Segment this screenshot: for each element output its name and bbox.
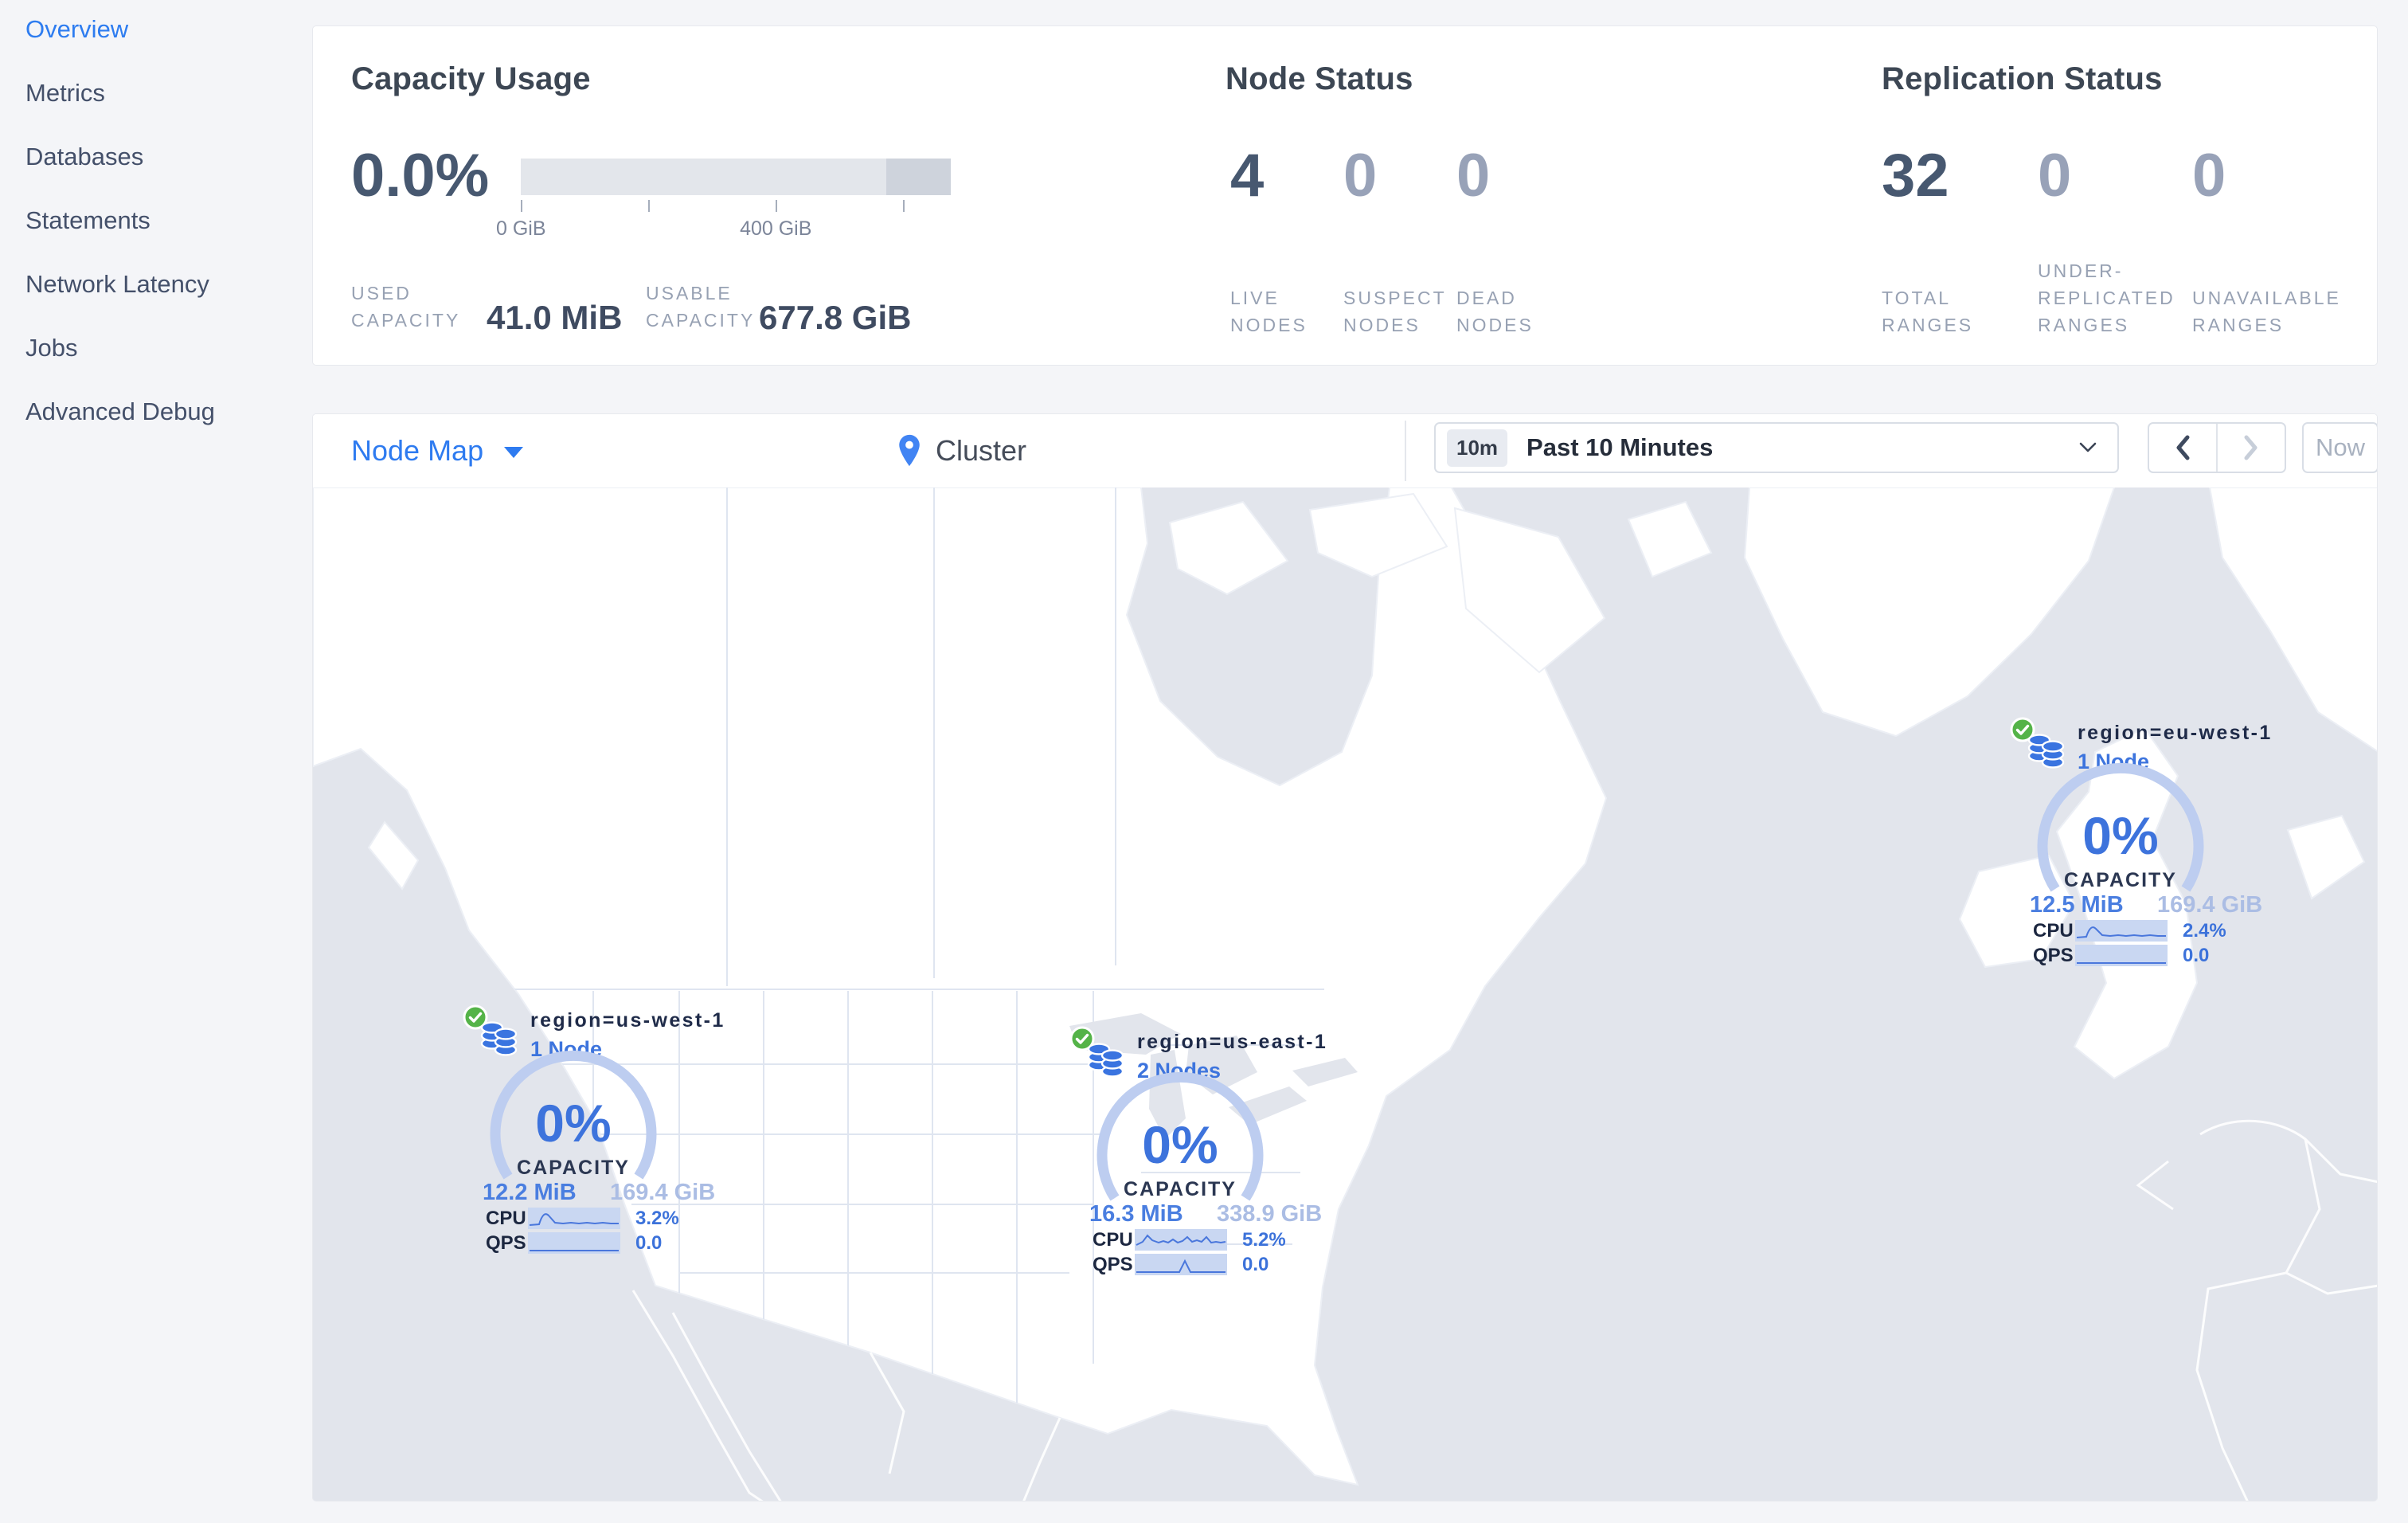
now-button[interactable]: Now [2302, 422, 2377, 473]
capacity-bar-overflow-segment [886, 159, 952, 195]
region-name: region=us-east-1 [1137, 1031, 1328, 1053]
cpu-label: CPU [486, 1208, 526, 1229]
map-pin-icon [899, 434, 920, 467]
view-selector-label: Node Map [351, 434, 484, 467]
world-map [313, 487, 2377, 1501]
under-replicated-ranges-count: 0 [2038, 142, 2072, 209]
cpu-sparkline [2075, 920, 2168, 942]
sidebar-item-network-latency[interactable]: Network Latency [25, 263, 312, 327]
region-total-capacity: 169.4 GiB [2157, 892, 2263, 918]
qps-sparkline [528, 1232, 620, 1254]
gauge-percent: 0% [1142, 1115, 1218, 1174]
dead-nodes-count: 0 [1456, 142, 1491, 209]
sidebar-item-jobs[interactable]: Jobs [25, 327, 312, 390]
chevron-left-icon [2176, 435, 2190, 460]
capacity-bar: 0 GiB 400 GiB [496, 159, 952, 240]
view-selector-dropdown[interactable]: Node Map [351, 414, 524, 487]
region-name: region=eu-west-1 [2078, 722, 2273, 744]
toolbar-divider [1405, 421, 1406, 481]
cluster-summary-card: Capacity Usage 0.0% 0 GiB 400 GiB USED CA… [312, 25, 2378, 366]
region-used-capacity: 12.5 MiB [2030, 892, 2124, 918]
caret-down-icon [504, 447, 524, 458]
sidebar-item-statements[interactable]: Statements [25, 199, 312, 263]
usable-capacity-label: USABLE CAPACITY [646, 283, 756, 331]
total-ranges-count: 32 [1882, 142, 1949, 209]
capacity-axis-label-0: 0 GiB [495, 217, 546, 240]
capacity-axis-label-400: 400 GiB [740, 217, 812, 240]
cpu-sparkline [528, 1208, 620, 1229]
live-nodes-label: LIVE NODES [1230, 288, 1308, 335]
qps-label: QPS [2033, 945, 2074, 966]
sidebar-item-metrics[interactable]: Metrics [25, 72, 312, 135]
chevron-down-icon [2079, 442, 2097, 452]
suspect-nodes-label: SUSPECT NODES [1343, 288, 1447, 335]
time-forward-button[interactable] [2216, 424, 2285, 472]
suspect-nodes-count: 0 [1343, 142, 1378, 209]
capacity-usage-section: Capacity Usage 0.0% 0 GiB 400 GiB USED CA… [351, 26, 1179, 365]
time-range-dropdown[interactable]: 10m Past 10 Minutes [1434, 422, 2119, 473]
time-range-badge: 10m [1447, 429, 1508, 467]
breadcrumb-label: Cluster [936, 434, 1027, 467]
live-nodes-count: 4 [1230, 142, 1265, 209]
dead-nodes-label: DEAD NODES [1456, 288, 1534, 335]
capacity-usage-title: Capacity Usage [351, 61, 591, 96]
replication-status-section: Replication Status 32 TOTAL RANGES 0 UNDE… [1882, 26, 2359, 365]
replication-status-title: Replication Status [1882, 61, 2163, 96]
sidebar: Overview Metrics Databases Statements Ne… [0, 0, 312, 1523]
region-total-capacity: 169.4 GiB [610, 1180, 716, 1205]
qps-value: 0.0 [1242, 1254, 1269, 1275]
cpu-sparkline [1135, 1229, 1227, 1251]
time-range-label: Past 10 Minutes [1526, 433, 1714, 461]
used-capacity-value: 41.0 MiB [487, 299, 623, 336]
gauge-percent: 0% [2082, 806, 2159, 865]
sidebar-item-overview[interactable]: Overview [25, 8, 312, 72]
qps-value: 0.0 [635, 1232, 663, 1254]
cpu-label: CPU [2033, 920, 2074, 942]
time-step-buttons [2148, 422, 2286, 473]
used-capacity-label: USED CAPACITY [351, 283, 461, 331]
cpu-value: 2.4% [2183, 920, 2226, 942]
region-used-capacity: 12.2 MiB [483, 1180, 577, 1205]
gauge-percent: 0% [535, 1094, 612, 1153]
usable-capacity-value: 677.8 GiB [759, 299, 912, 336]
capacity-percent: 0.0% [351, 142, 490, 209]
node-map-toolbar: Node Map Cluster 10m Past 10 Minutes Now [313, 414, 2377, 487]
qps-label: QPS [486, 1232, 526, 1254]
under-replicated-ranges-label: UNDER- REPLICATED RANGES [2038, 260, 2175, 335]
cpu-value: 5.2% [1242, 1229, 1286, 1251]
qps-sparkline [2075, 945, 2168, 966]
node-status-section: Node Status 4 LIVE NODES 0 SUSPECT NODES 0… [1226, 26, 1831, 365]
time-back-button[interactable] [2149, 424, 2216, 472]
chevron-right-icon [2244, 435, 2258, 460]
qps-value: 0.0 [2183, 945, 2210, 966]
sidebar-item-databases[interactable]: Databases [25, 135, 312, 199]
sidebar-item-advanced-debug[interactable]: Advanced Debug [25, 390, 312, 454]
gauge-label: CAPACITY [2064, 869, 2177, 891]
region-name: region=us-west-1 [530, 1009, 725, 1032]
region-total-capacity: 338.9 GiB [1217, 1201, 1323, 1227]
node-status-title: Node Status [1226, 61, 1413, 96]
gauge-label: CAPACITY [517, 1157, 630, 1179]
breadcrumb[interactable]: Cluster [896, 414, 1026, 487]
gauge-label: CAPACITY [1124, 1178, 1237, 1200]
region-used-capacity: 16.3 MiB [1089, 1201, 1183, 1227]
qps-sparkline [1135, 1254, 1227, 1275]
cpu-label: CPU [1093, 1229, 1133, 1251]
cpu-value: 3.2% [635, 1208, 679, 1229]
node-map: region=us-west-1 1 Node 0% CAPACITY 12.2… [313, 487, 2377, 1501]
unavailable-ranges-count: 0 [2192, 142, 2226, 209]
unavailable-ranges-label: UNAVAILABLE RANGES [2192, 288, 2341, 335]
total-ranges-label: TOTAL RANGES [1882, 288, 1974, 335]
qps-label: QPS [1093, 1254, 1133, 1275]
node-map-card: Node Map Cluster 10m Past 10 Minutes Now… [312, 413, 2378, 1501]
